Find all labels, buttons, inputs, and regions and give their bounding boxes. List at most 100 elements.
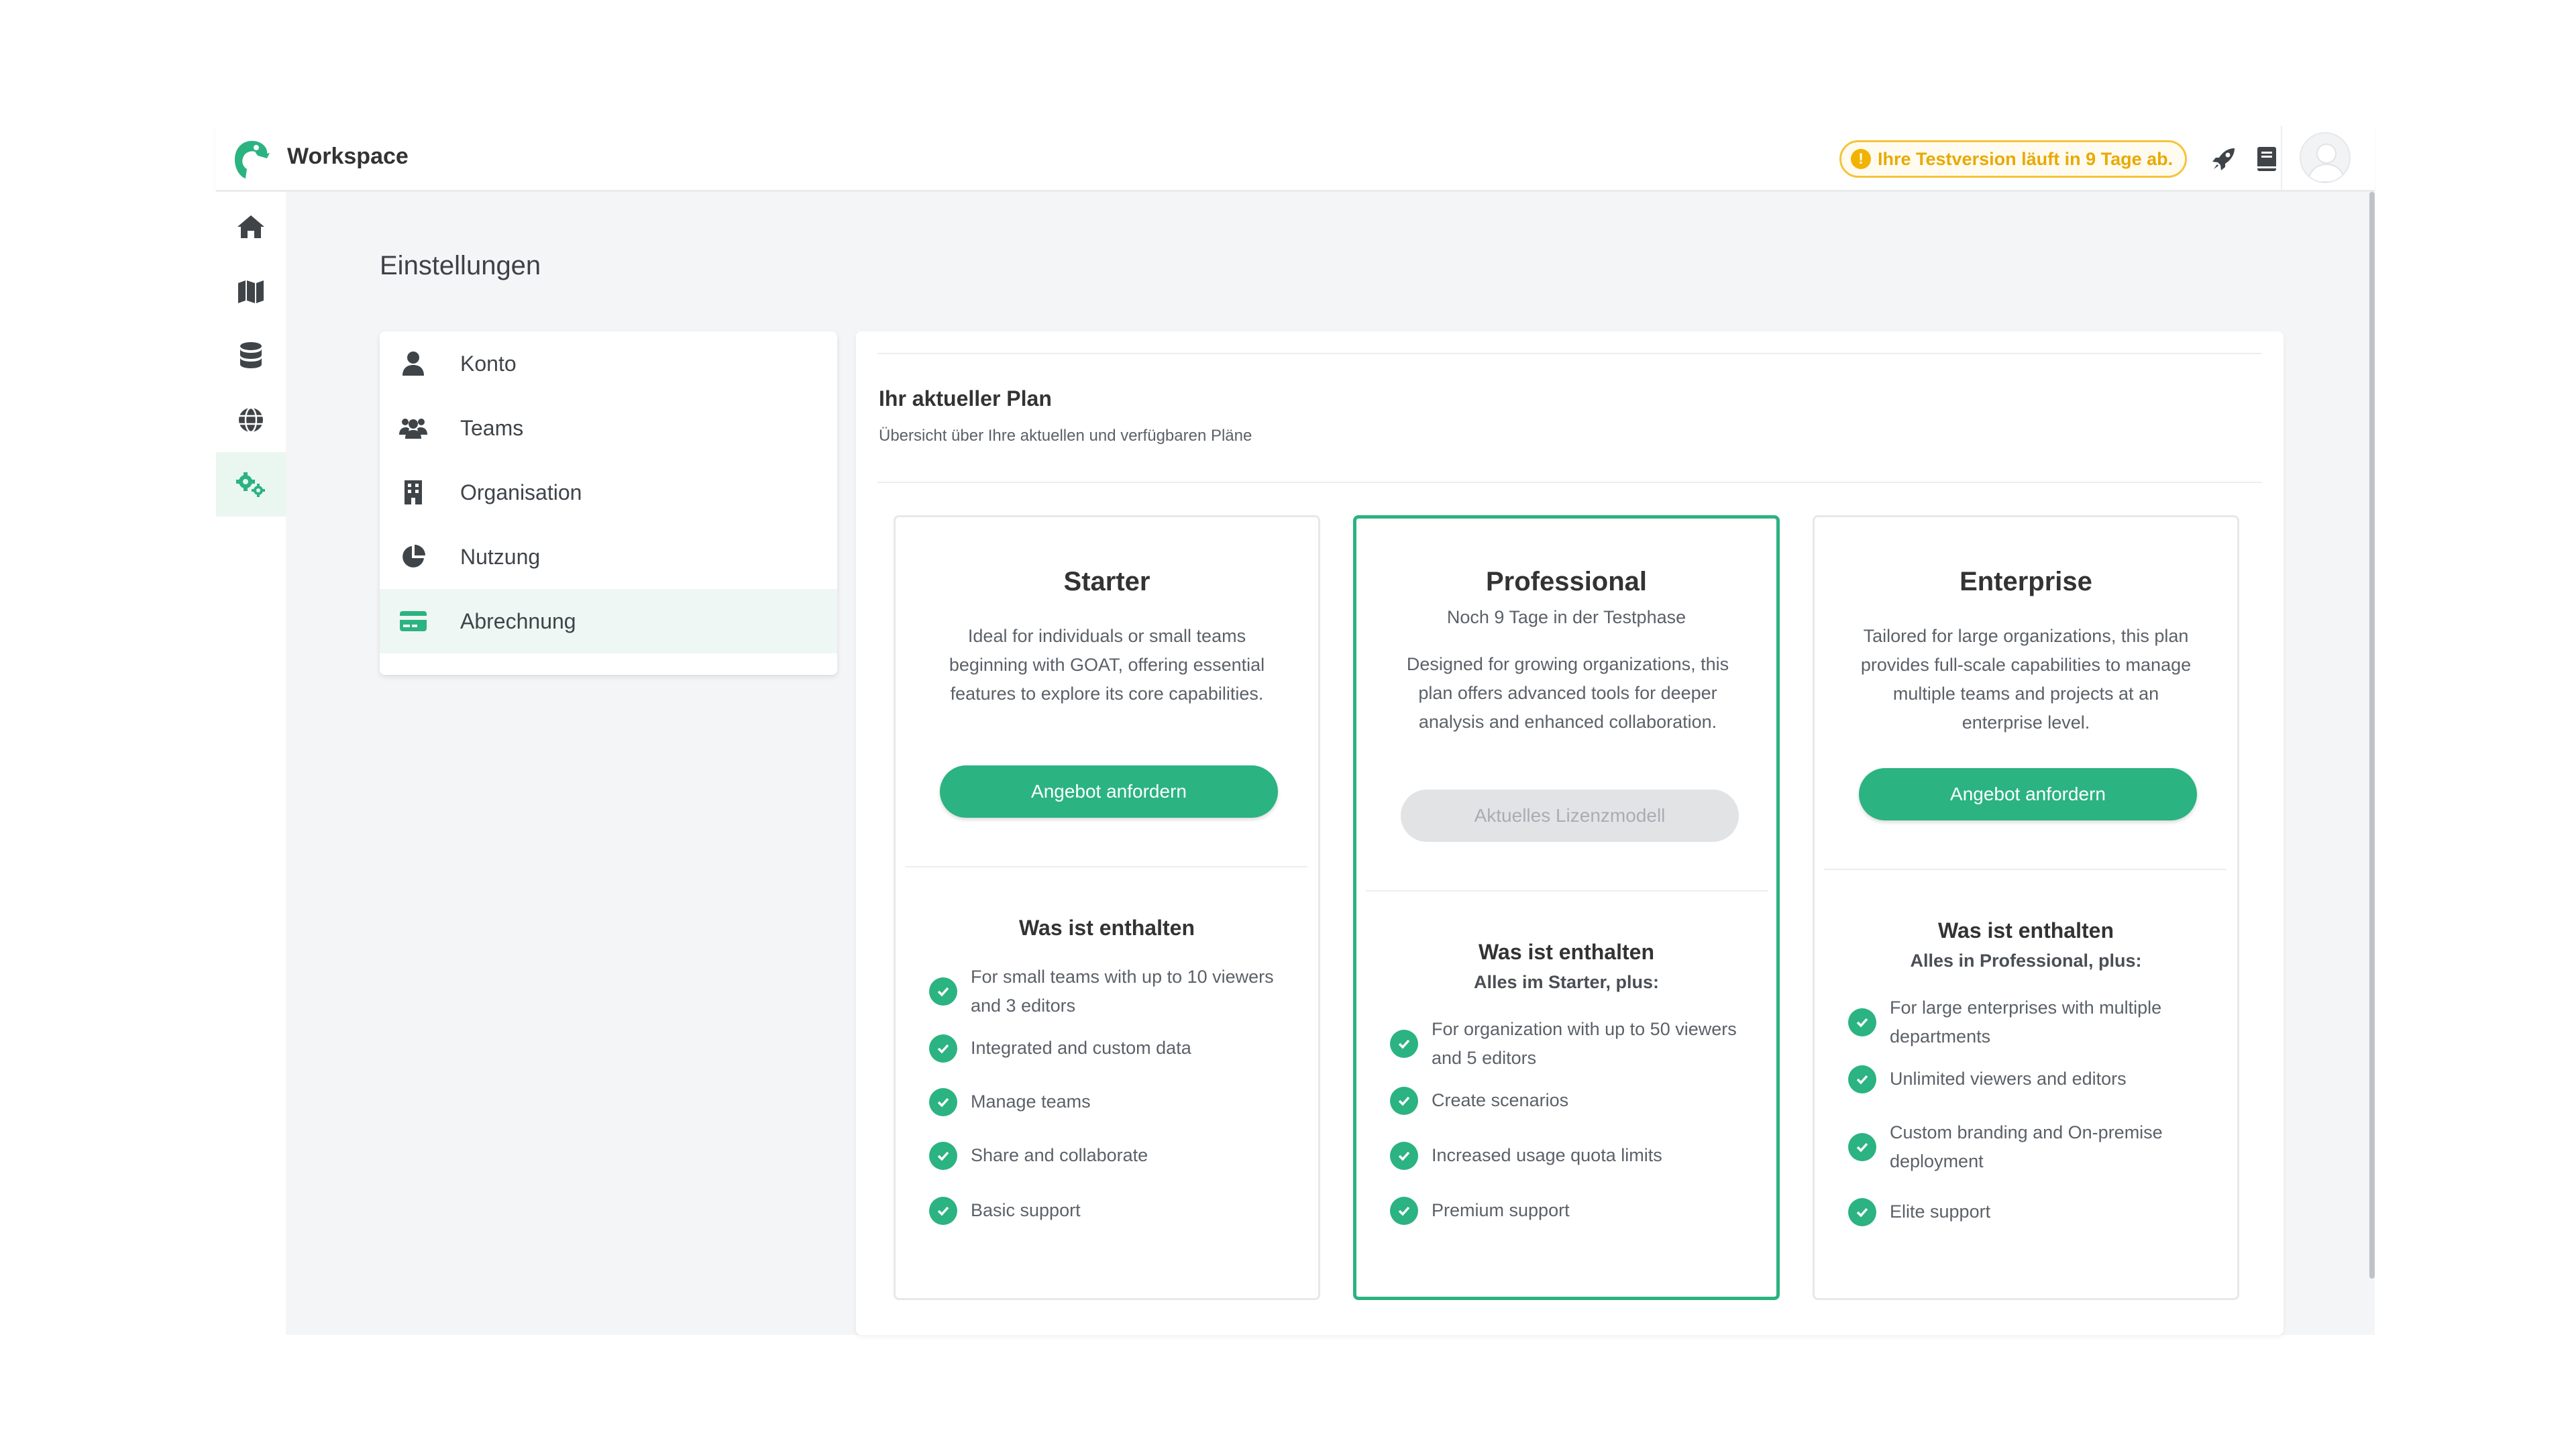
check-circle-icon xyxy=(1390,1141,1418,1170)
map-icon xyxy=(238,280,264,303)
sidebar-item-map[interactable] xyxy=(216,259,286,323)
scrollbar[interactable] xyxy=(2369,192,2375,1279)
check-circle-icon xyxy=(1848,1065,1876,1093)
plan-section-subtitle: Übersicht über Ihre aktuellen und verfüg… xyxy=(879,427,1252,445)
plan-section-title: Ihr aktueller Plan xyxy=(879,386,1052,411)
feature-text: Manage teams xyxy=(971,1091,1091,1112)
check-circle-icon xyxy=(1848,1133,1876,1161)
check-circle-icon xyxy=(1390,1030,1418,1058)
check-circle-icon xyxy=(1848,1197,1876,1226)
home-icon xyxy=(237,215,264,238)
plan-name: Professional xyxy=(1485,567,1648,596)
check-circle-icon xyxy=(1390,1086,1418,1115)
feature-text: For organization with up to 50 viewers a… xyxy=(1432,1019,1737,1068)
avatar[interactable] xyxy=(2300,132,2351,183)
workspace-logo-icon[interactable] xyxy=(231,138,274,181)
building-icon xyxy=(398,478,428,507)
plan-trial-status: Noch 9 Tage in der Testphase xyxy=(1446,607,1686,627)
feature-item: Create scenarios xyxy=(1390,1086,1752,1115)
brand-name: Workspace xyxy=(287,144,409,169)
feature-text: For small teams with up to 10 viewers an… xyxy=(971,967,1274,1016)
menu-item-label: Nutzung xyxy=(460,544,541,569)
check-circle-icon xyxy=(929,1196,957,1225)
check-circle-icon xyxy=(929,1141,957,1170)
feature-item: Integrated and custom data xyxy=(929,1034,1291,1063)
request-offer-button[interactable]: Angebot anfordern xyxy=(1859,768,2197,820)
warning-icon: ! xyxy=(1851,149,1871,169)
feature-text: Increased usage quota limits xyxy=(1432,1145,1662,1165)
feature-text: Create scenarios xyxy=(1432,1090,1569,1110)
menu-item-nutzung[interactable]: Nutzung xyxy=(380,525,837,589)
divider xyxy=(877,482,2262,483)
check-circle-icon xyxy=(929,1087,957,1116)
plan-name: Enterprise xyxy=(1960,567,2092,596)
feature-text: Elite support xyxy=(1890,1201,1991,1222)
plan-description: Ideal for individuals or small teams beg… xyxy=(949,626,1265,704)
feature-item: For organization with up to 50 viewers a… xyxy=(1390,1015,1752,1073)
settings-gears-icon xyxy=(236,472,265,497)
feature-text: Premium support xyxy=(1432,1200,1570,1220)
plan-description: Tailored for large organizations, this p… xyxy=(1860,626,2192,733)
menu-item-label: Konto xyxy=(460,351,517,376)
trial-notice-text: Ihre Testversion läuft in 9 Tage ab. xyxy=(1878,148,2174,169)
app-window: Workspace ! Ihre Testversion läuft in 9 … xyxy=(216,126,2375,1335)
plan-description: Designed for growing organizations, this… xyxy=(1406,654,1729,732)
divider xyxy=(877,353,2262,354)
sidebar-item-settings[interactable] xyxy=(216,452,286,517)
menu-item-label: Abrechnung xyxy=(460,608,576,633)
rocket-icon[interactable] xyxy=(2208,144,2239,174)
menu-item-abrechnung[interactable]: Abrechnung xyxy=(380,589,837,653)
feature-item: Manage teams xyxy=(929,1087,1291,1116)
plan-name: Starter xyxy=(1063,567,1150,596)
check-circle-icon xyxy=(929,1034,957,1063)
plan-card-professional: Professional Noch 9 Tage in der Testphas… xyxy=(1353,515,1780,1300)
included-title: Was ist enthalten xyxy=(1019,916,1195,940)
database-icon xyxy=(240,342,262,368)
feature-item: Basic support xyxy=(929,1196,1291,1225)
feature-item: Increased usage quota limits xyxy=(1390,1141,1752,1170)
menu-item-teams[interactable]: Teams xyxy=(380,396,837,460)
menu-item-label: Teams xyxy=(460,415,524,440)
current-license-button[interactable]: Aktuelles Lizenzmodell xyxy=(1401,790,1739,842)
included-title: Was ist enthalten xyxy=(1479,940,1654,964)
content-area: Einstellungen Konto Teams Organisation N… xyxy=(286,192,2375,1335)
sidebar-item-home[interactable] xyxy=(216,195,286,259)
book-icon[interactable] xyxy=(2251,144,2282,174)
trial-notice-badge[interactable]: ! Ihre Testversion läuft in 9 Tage ab. xyxy=(1839,140,2188,178)
feature-item: Premium support xyxy=(1390,1196,1752,1225)
feature-item: Share and collaborate xyxy=(929,1141,1291,1170)
feature-text: Custom branding and On-premise deploymen… xyxy=(1890,1122,2163,1171)
page-title: Einstellungen xyxy=(380,251,541,280)
feature-text: Basic support xyxy=(971,1200,1081,1220)
feature-text: Unlimited viewers and editors xyxy=(1890,1069,2127,1089)
credit-card-icon xyxy=(398,606,428,636)
plan-overview-card: Ihr aktueller Plan Übersicht über Ihre a… xyxy=(856,331,2284,1335)
included-subtitle: Alles in Professional, plus: xyxy=(1910,951,2142,971)
divider xyxy=(1366,890,1768,892)
feature-item: Elite support xyxy=(1848,1197,2210,1226)
feature-item: For small teams with up to 10 viewers an… xyxy=(929,963,1291,1020)
feature-item: For large enterprises with multiple depa… xyxy=(1848,994,2210,1051)
pie-chart-icon xyxy=(398,542,428,572)
menu-item-konto[interactable]: Konto xyxy=(380,331,837,396)
check-circle-icon xyxy=(1848,1008,1876,1036)
feature-text: Share and collaborate xyxy=(971,1145,1148,1165)
request-offer-button[interactable]: Angebot anfordern xyxy=(940,765,1278,818)
globe-icon xyxy=(239,407,263,433)
feature-item: Custom branding and On-premise deploymen… xyxy=(1848,1118,2210,1176)
feature-item: Unlimited viewers and editors xyxy=(1848,1065,2210,1093)
sidebar-item-globe[interactable] xyxy=(216,388,286,452)
settings-menu: Konto Teams Organisation Nutzung Abrechn… xyxy=(380,331,837,675)
divider xyxy=(905,866,1307,867)
menu-item-organisation[interactable]: Organisation xyxy=(380,460,837,525)
check-circle-icon xyxy=(929,977,957,1006)
sidebar-item-database[interactable] xyxy=(216,323,286,388)
topbar-divider xyxy=(2281,126,2282,190)
feature-text: Integrated and custom data xyxy=(971,1038,1191,1058)
divider xyxy=(1824,869,2226,870)
check-circle-icon xyxy=(1390,1196,1418,1225)
user-icon xyxy=(398,349,428,378)
feature-text: For large enterprises with multiple depa… xyxy=(1890,998,2162,1046)
included-title: Was ist enthalten xyxy=(1938,918,2114,943)
menu-item-label: Organisation xyxy=(460,480,582,504)
